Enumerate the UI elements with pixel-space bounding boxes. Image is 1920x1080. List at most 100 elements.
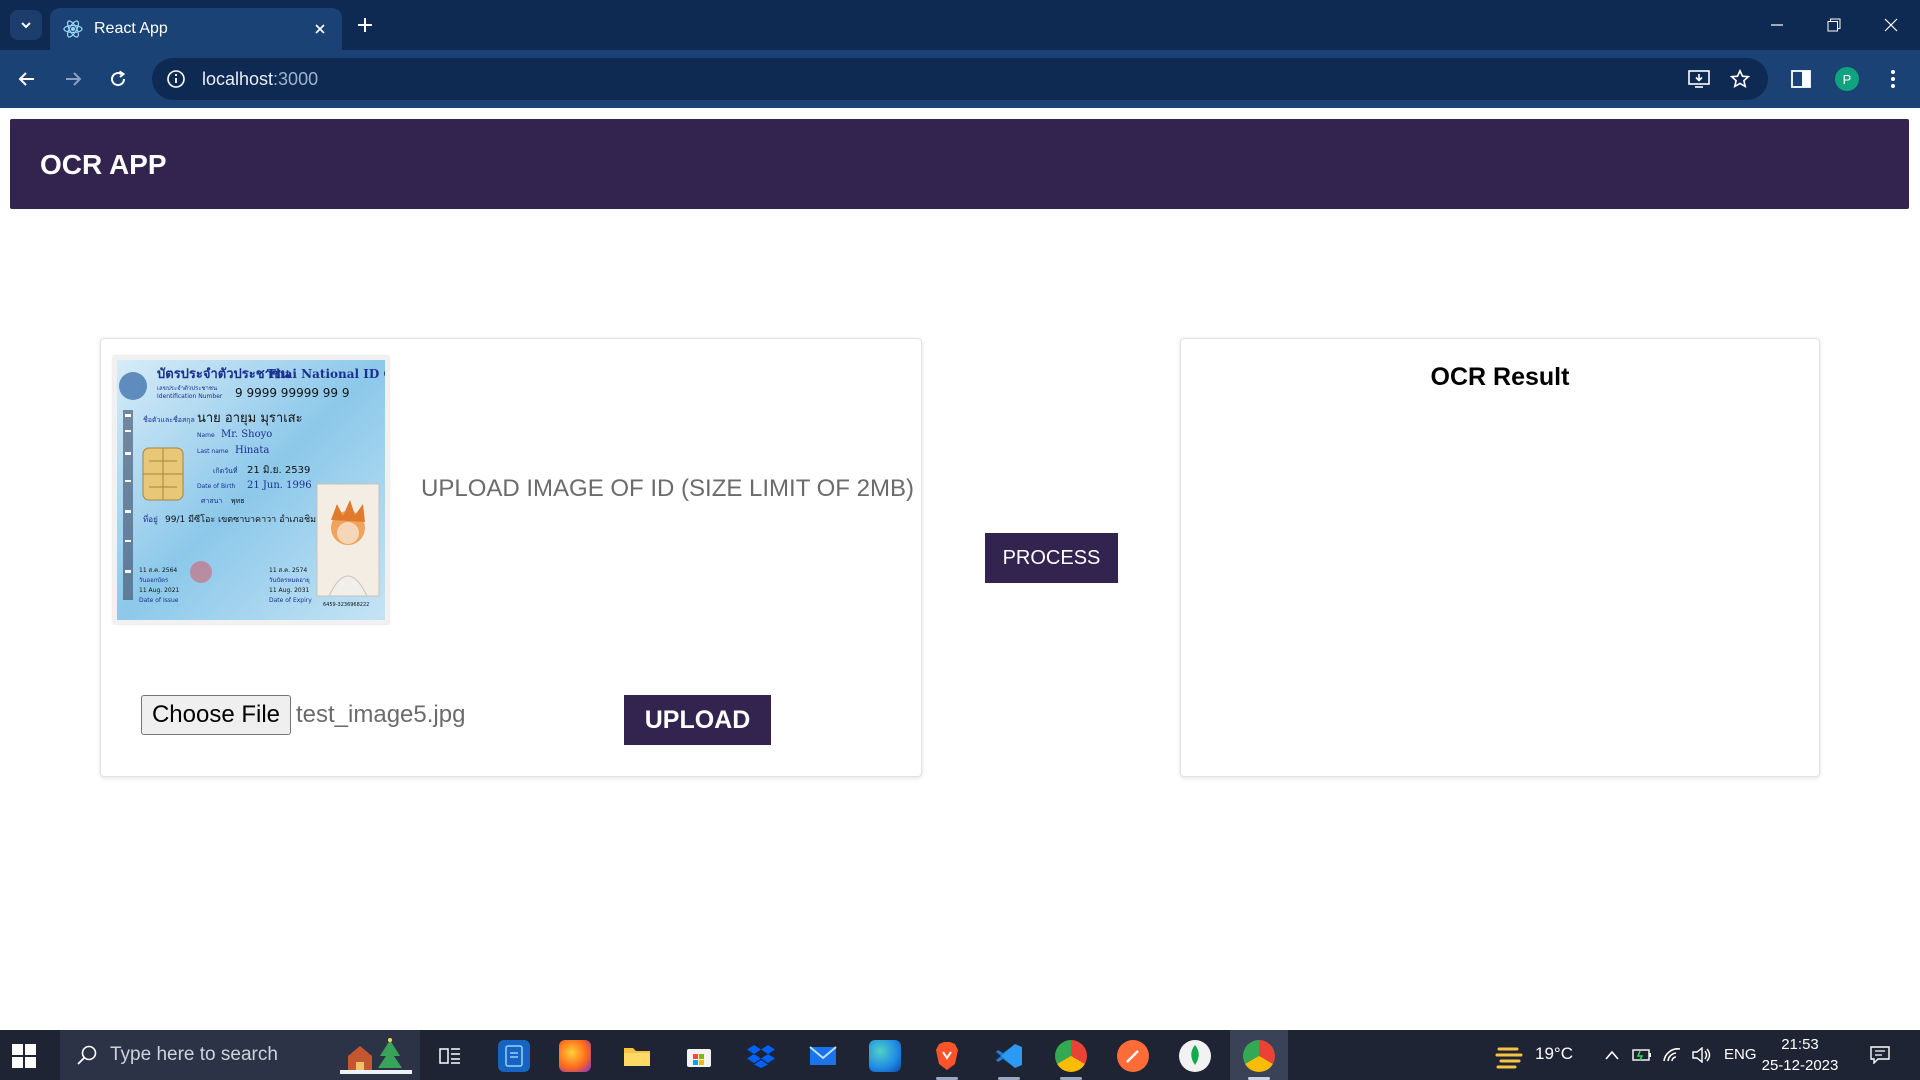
id-label-th: เลขประจำตัวประชาชน bbox=[157, 385, 217, 392]
name-label-th: ชื่อตัวและชื่อสกุล bbox=[143, 415, 195, 424]
wifi-icon[interactable] bbox=[1662, 1045, 1682, 1065]
restore-icon bbox=[1827, 18, 1841, 32]
install-app-button[interactable] bbox=[1684, 64, 1714, 94]
side-panel-icon bbox=[1791, 70, 1811, 88]
browser-toolbar: localhost:3000 P bbox=[0, 50, 1920, 108]
address-bar[interactable]: localhost:3000 bbox=[152, 58, 1768, 100]
plus-icon bbox=[358, 18, 372, 32]
language-indicator[interactable]: ENG bbox=[1724, 1046, 1757, 1063]
id-label-en: Identification Number bbox=[157, 393, 223, 400]
url-text: localhost:3000 bbox=[202, 69, 318, 90]
postman-icon[interactable] bbox=[1117, 1040, 1149, 1072]
dob-th: 21 มิ.ย. 2539 bbox=[247, 465, 310, 476]
battery-icon[interactable] bbox=[1632, 1045, 1652, 1065]
expiry-label-en: Date of Expiry bbox=[269, 597, 312, 604]
firefox-icon[interactable] bbox=[559, 1040, 591, 1072]
forward-button[interactable] bbox=[58, 64, 88, 94]
upload-card: บัตรประจำตัวประชาชน Thai National ID Car… bbox=[100, 338, 922, 777]
edge-icon[interactable] bbox=[869, 1040, 901, 1072]
choose-file-button[interactable]: Choose File bbox=[141, 695, 291, 735]
vscode-icon[interactable] bbox=[993, 1040, 1025, 1072]
back-button[interactable] bbox=[12, 64, 42, 94]
barcode-strip bbox=[123, 410, 133, 600]
issue-label-en: Date of Issue bbox=[139, 597, 179, 604]
minimize-button[interactable] bbox=[1757, 10, 1797, 40]
tab-search-button[interactable] bbox=[10, 10, 42, 40]
dropbox-icon[interactable] bbox=[745, 1040, 777, 1072]
browser-titlebar: React App bbox=[0, 0, 1920, 50]
bookmark-button[interactable] bbox=[1725, 64, 1755, 94]
url-host: localhost bbox=[202, 68, 274, 89]
name-en: Mr. Shoyo bbox=[221, 429, 272, 440]
install-icon bbox=[1688, 70, 1710, 88]
search-icon bbox=[77, 1045, 97, 1065]
process-button[interactable]: PROCESS bbox=[985, 533, 1118, 583]
portrait-photo bbox=[316, 483, 380, 597]
issue-date-th: 11 ส.ค. 2564 bbox=[139, 567, 177, 574]
clock-time: 21:53 bbox=[1781, 1036, 1819, 1053]
chrome-profile-icon[interactable] bbox=[1055, 1040, 1087, 1072]
last-name-en: Hinata bbox=[235, 445, 269, 456]
new-tab-button[interactable] bbox=[352, 12, 378, 38]
religion-label-th: ศาสนา bbox=[201, 497, 222, 505]
ocr-result-card: OCR Result bbox=[1180, 338, 1820, 777]
weather-icon[interactable] bbox=[1495, 1043, 1525, 1069]
id-card-preview-image: บัตรประจำตัวประชาชน Thai National ID Car… bbox=[113, 356, 389, 624]
arrow-right-icon bbox=[66, 72, 82, 86]
address-label-th: ที่อยู่ bbox=[143, 513, 158, 525]
browser-menu-button[interactable] bbox=[1878, 64, 1908, 94]
close-icon bbox=[315, 24, 325, 34]
mail-icon[interactable] bbox=[807, 1040, 839, 1072]
task-view-icon[interactable] bbox=[434, 1040, 466, 1072]
close-window-button[interactable] bbox=[1871, 10, 1911, 40]
close-icon bbox=[1884, 18, 1898, 32]
taskbar-clock[interactable]: 21:53 25-12-2023 bbox=[1755, 1034, 1845, 1076]
holiday-decoration-icon bbox=[340, 1038, 412, 1074]
mongodb-compass-icon[interactable] bbox=[1179, 1040, 1211, 1072]
browser-tab[interactable]: React App bbox=[50, 8, 342, 50]
app-header: OCR APP bbox=[10, 119, 1909, 209]
id-card-illustration: บัตรประจำตัวประชาชน Thai National ID Car… bbox=[117, 360, 385, 620]
upload-instructions: UPLOAD IMAGE OF ID (SIZE LIMIT OF 2MB) bbox=[421, 475, 914, 502]
taskbar-search[interactable]: Type here to search bbox=[60, 1030, 420, 1080]
profile-avatar[interactable]: P bbox=[1835, 67, 1859, 91]
dob-label-en: Date of Birth bbox=[197, 483, 236, 490]
app-title: OCR APP bbox=[40, 149, 167, 180]
name-th: นาย อายุม มุราเสะ bbox=[197, 411, 303, 426]
brave-icon[interactable] bbox=[931, 1040, 963, 1072]
tab-title: React App bbox=[94, 20, 168, 37]
url-port: :3000 bbox=[273, 68, 319, 89]
weather-temperature[interactable]: 19°C bbox=[1535, 1044, 1573, 1064]
notification-icon[interactable] bbox=[1870, 1045, 1890, 1065]
info-icon[interactable] bbox=[166, 69, 186, 89]
react-icon bbox=[63, 20, 83, 38]
arrow-left-icon bbox=[18, 72, 34, 86]
search-placeholder: Type here to search bbox=[110, 1044, 278, 1065]
restore-button[interactable] bbox=[1814, 10, 1854, 40]
side-panel-button[interactable] bbox=[1786, 64, 1816, 94]
expiry-label-th: วันบัตรหมดอายุ bbox=[269, 577, 310, 584]
upload-button[interactable]: UPLOAD bbox=[624, 695, 771, 745]
dob-en: 21 Jun. 1996 bbox=[247, 480, 312, 491]
tab-close-button[interactable] bbox=[310, 19, 330, 39]
volume-icon[interactable] bbox=[1691, 1045, 1711, 1065]
file-explorer-icon[interactable] bbox=[621, 1040, 653, 1072]
microsoft-store-icon[interactable] bbox=[683, 1040, 715, 1072]
minimize-icon bbox=[1771, 24, 1783, 26]
selected-file-name: test_image5.jpg bbox=[296, 701, 466, 728]
religion-th: พุทธ bbox=[231, 497, 245, 505]
chevron-down-icon bbox=[21, 22, 31, 29]
issue-label-th: วันออกบัตร bbox=[139, 577, 169, 584]
reload-icon bbox=[111, 70, 126, 87]
chevron-up-icon[interactable] bbox=[1602, 1045, 1622, 1065]
windows-start-icon[interactable] bbox=[10, 1042, 38, 1070]
ocr-result-title: OCR Result bbox=[1430, 363, 1570, 391]
reload-button[interactable] bbox=[103, 64, 133, 94]
app-icon-blue-s[interactable] bbox=[498, 1040, 530, 1072]
chrome-icon[interactable] bbox=[1243, 1040, 1275, 1072]
clock-date: 25-12-2023 bbox=[1761, 1057, 1839, 1074]
windows-taskbar: Type here to search 19°C ENG 21:53 25-12… bbox=[0, 1030, 1920, 1080]
dob-label-th: เกิดวันที่ bbox=[213, 466, 238, 475]
seal-stamp bbox=[190, 561, 212, 583]
expiry-date-en: 11 Aug. 2031 bbox=[269, 587, 310, 594]
